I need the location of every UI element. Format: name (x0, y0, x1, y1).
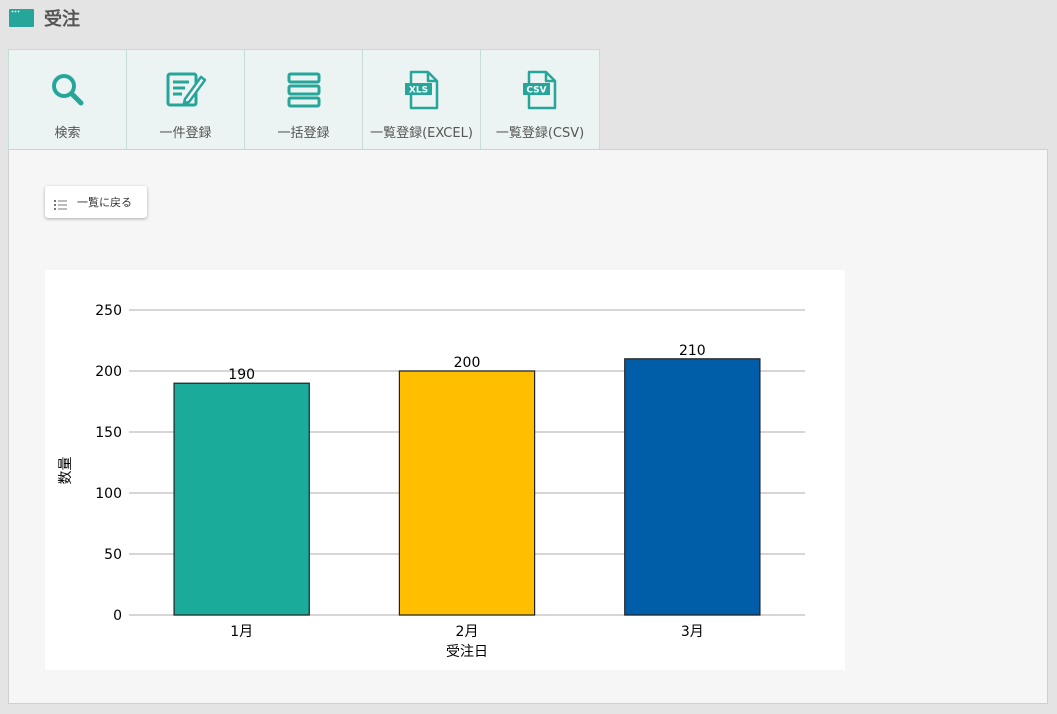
bulk-register-button-label: 一括登録 (277, 126, 330, 141)
x-tick-label: 2月 (456, 624, 479, 640)
csv-file-icon: CSV (518, 68, 562, 112)
single-register-button-label: 一件登録 (159, 126, 212, 141)
bar (624, 358, 761, 616)
excel-register-button[interactable]: XLS 一覧登録(EXCEL) (363, 50, 481, 150)
xls-badge-text: XLS (408, 86, 427, 96)
search-icon (46, 68, 90, 112)
content-panel: 一覧に戻る 0 50 100 150 200 250 190 1月 200 2月 210 3月受注日 数… (8, 149, 1048, 704)
bulk-register-button[interactable]: 一括登録 (245, 50, 363, 150)
page-title: 受注 (44, 9, 80, 30)
list-icon (54, 196, 68, 210)
y-tick-label: 200 (95, 364, 122, 380)
x-tick-label: 3月 (681, 624, 704, 640)
window-icon (9, 9, 34, 27)
csv-register-button-label: 一覧登録(CSV) (495, 126, 585, 141)
header: 受注 (9, 6, 80, 30)
bar (173, 382, 310, 616)
excel-register-button-label: 一覧登録(EXCEL) (370, 126, 473, 141)
csv-register-button[interactable]: CSV 一覧登録(CSV) (481, 50, 599, 150)
search-button[interactable]: 検索 (9, 50, 127, 150)
back-to-list-button[interactable]: 一覧に戻る (45, 186, 147, 218)
x-axis-title: 受注日 (446, 644, 488, 660)
chart-panel: 0 50 100 150 200 250 190 1月 200 2月 210 3月受注日 数量 (45, 270, 845, 670)
data-label: 210 (679, 343, 706, 359)
toolbar: 検索 一件登録 一括登録 XLS 一覧登録(EXCEL) CSV 一覧登録(CS… (8, 49, 600, 150)
xls-file-icon: XLS (400, 68, 444, 112)
x-tick-label: 1月 (230, 624, 253, 640)
back-to-list-label: 一覧に戻る (77, 196, 132, 209)
data-label: 190 (228, 367, 255, 383)
csv-badge-text: CSV (526, 86, 546, 96)
data-label: 200 (454, 355, 481, 371)
bar (398, 370, 536, 616)
single-register-button[interactable]: 一件登録 (127, 50, 245, 150)
y-tick-label: 0 (113, 608, 122, 624)
y-tick-label: 100 (95, 486, 122, 502)
y-tick-label: 150 (95, 425, 122, 441)
edit-document-icon (164, 68, 208, 112)
y-axis-title: 数量 (58, 457, 74, 485)
search-button-label: 検索 (54, 126, 81, 141)
y-tick-label: 250 (95, 303, 122, 319)
y-tick-label: 50 (104, 547, 122, 563)
bar-chart: 0 50 100 150 200 250 190 1月 200 2月 210 3月受注日 数量 (58, 303, 805, 660)
stacked-list-icon (282, 68, 326, 112)
